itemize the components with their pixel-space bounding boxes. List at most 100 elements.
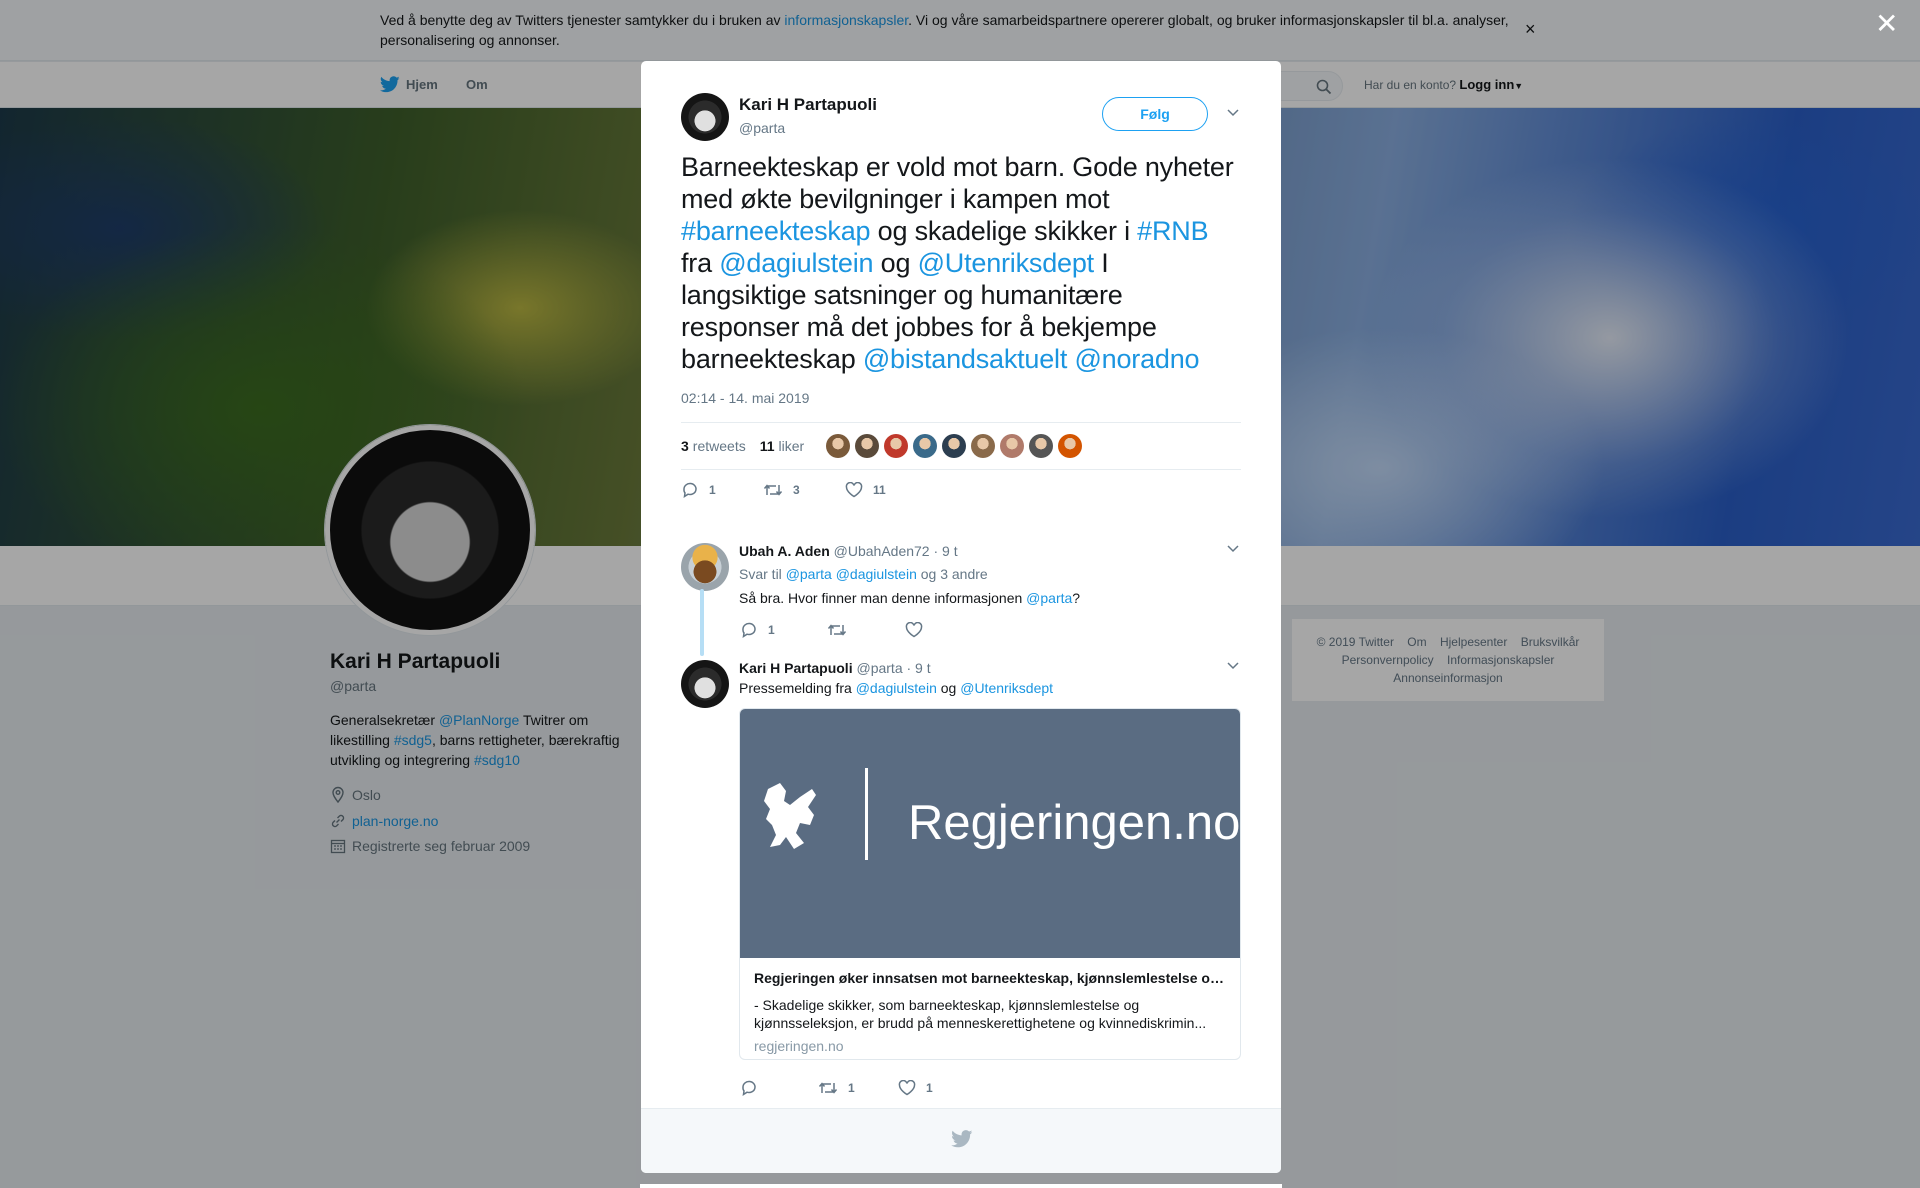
liker-avatar[interactable] xyxy=(913,434,938,458)
tweet-timestamp[interactable]: 02:14 - 14. mai 2019 xyxy=(681,390,809,406)
likes-stat[interactable]: 11 liker xyxy=(760,438,804,454)
retweet-button[interactable]: 3 xyxy=(763,482,845,498)
reply-to-line: Svar til @parta @dagiulstein og 3 andre xyxy=(739,566,1241,582)
mention-link[interactable]: @noradno xyxy=(1074,344,1199,374)
card-brand: Regjeringen.no xyxy=(908,796,1241,850)
retweet-button[interactable]: 1 xyxy=(818,1080,898,1096)
reply-to-suffix[interactable]: og 3 andre xyxy=(917,566,988,582)
reply-icon xyxy=(683,482,697,499)
twitter-bird-icon xyxy=(951,1130,973,1148)
reply-button[interactable]: 1 xyxy=(740,621,827,639)
like-button[interactable] xyxy=(905,622,923,638)
liker-avatar[interactable] xyxy=(1029,434,1054,458)
reply-icon xyxy=(742,1080,756,1097)
reply-text-part: ? xyxy=(1072,590,1081,606)
heart-icon xyxy=(905,622,923,638)
liker-avatar[interactable] xyxy=(1058,434,1083,458)
reply-body: Ubah A. Aden @UbahAden72 · 9 t Svar til … xyxy=(739,543,1241,607)
reply-body: Kari H Partapuoli @parta · 9 t Pressemel… xyxy=(739,660,1241,697)
chevron-down-icon[interactable] xyxy=(1226,107,1240,117)
reply-count: 1 xyxy=(709,483,716,497)
like-count: 11 xyxy=(873,483,886,497)
author-info[interactable]: Kari H Partapuoli @parta xyxy=(739,95,877,136)
link-preview-card[interactable]: Regjeringen.no Regjeringen øker innsatse… xyxy=(739,708,1241,1060)
chevron-down-icon[interactable] xyxy=(1226,543,1240,553)
reply-header: Kari H Partapuoli @parta · 9 t xyxy=(739,660,1241,676)
likers-avatars xyxy=(826,434,1083,458)
reply-text: Pressemelding fra @dagiulstein og @Utenr… xyxy=(739,679,1241,697)
modal-edge xyxy=(640,1184,1282,1188)
reply-author-handle[interactable]: @parta xyxy=(856,660,902,676)
reply-text-part: Så bra. Hvor finner man denne informasjo… xyxy=(739,590,1027,606)
tweet-actions: 1 3 11 xyxy=(681,481,886,499)
mention-link[interactable]: @Utenriksdept xyxy=(960,680,1053,696)
retweet-icon xyxy=(763,484,783,496)
retweets-label: retweets xyxy=(692,438,746,454)
reply-button[interactable] xyxy=(740,1079,818,1097)
retweet-button[interactable] xyxy=(827,622,905,638)
liker-avatar[interactable] xyxy=(884,434,909,458)
mention-link[interactable]: @Utenriksdept xyxy=(918,248,1095,278)
modal-footer xyxy=(641,1108,1281,1173)
reply-author-avatar[interactable] xyxy=(681,660,729,708)
author-name[interactable]: Kari H Partapuoli xyxy=(739,95,877,115)
retweets-stat[interactable]: 3 retweets xyxy=(681,438,746,454)
like-button[interactable]: 1 xyxy=(898,1080,933,1096)
hashtag-link[interactable]: #RNB xyxy=(1137,216,1208,246)
tweet-text-part: fra xyxy=(681,248,720,278)
reply-author-avatar[interactable] xyxy=(681,543,729,591)
card-description: - Skadelige skikker, som barneekteskap, … xyxy=(754,997,1207,1031)
reply-time[interactable]: · 9 t xyxy=(907,660,931,676)
follow-button[interactable]: Følg xyxy=(1102,97,1208,131)
liker-avatar[interactable] xyxy=(942,434,967,458)
reply-to-users[interactable]: @parta @dagiulstein xyxy=(786,566,917,582)
close-modal-button[interactable]: ✕ xyxy=(1875,10,1898,38)
liker-avatar[interactable] xyxy=(826,434,851,458)
tweet-text-part: og skadelige skikker i xyxy=(870,216,1138,246)
reply-count: 1 xyxy=(768,623,775,637)
author-handle[interactable]: @parta xyxy=(739,120,877,136)
tweet-text-part: og xyxy=(873,248,918,278)
like-button[interactable]: 11 xyxy=(845,482,886,498)
reply-icon xyxy=(742,622,756,639)
mention-link[interactable]: @bistandsaktuelt xyxy=(863,344,1068,374)
card-divider xyxy=(865,768,868,860)
reply-actions: 1 1 xyxy=(740,1079,933,1097)
reply-time[interactable]: · 9 t xyxy=(933,543,957,559)
liker-avatar[interactable] xyxy=(971,434,996,458)
reply-header: Ubah A. Aden @UbahAden72 · 9 t xyxy=(739,543,1241,559)
retweet-count: 1 xyxy=(848,1081,855,1095)
card-body: Regjeringen øker innsatsen mot barneekte… xyxy=(740,958,1240,1059)
reply-author-name[interactable]: Ubah A. Aden xyxy=(739,543,830,559)
likes-count: 11 xyxy=(759,438,775,454)
heart-icon xyxy=(898,1080,916,1096)
mention-link[interactable]: @dagiulstein xyxy=(856,680,937,696)
like-count: 1 xyxy=(926,1081,933,1095)
reply-button[interactable]: 1 xyxy=(681,481,763,499)
retweets-count: 3 xyxy=(681,438,689,454)
reply-text-part: og xyxy=(936,680,961,696)
liker-avatar[interactable] xyxy=(1000,434,1025,458)
mention-link[interactable]: @dagiulstein xyxy=(719,248,873,278)
reply-text: Så bra. Hvor finner man denne informasjo… xyxy=(739,589,1241,607)
card-domain: regjeringen.no xyxy=(754,1038,844,1054)
retweet-icon xyxy=(818,1082,838,1094)
reply-actions: 1 xyxy=(740,621,923,639)
chevron-down-icon[interactable] xyxy=(1226,660,1240,670)
reply-text-part: Pressemelding fra xyxy=(739,680,856,696)
retweet-count: 3 xyxy=(793,483,800,497)
author-avatar[interactable] xyxy=(681,93,729,141)
card-title: Regjeringen øker innsatsen mot barneekte… xyxy=(754,970,1226,986)
mention-link[interactable]: @parta xyxy=(1026,590,1072,606)
liker-avatar[interactable] xyxy=(855,434,880,458)
tweet-text-part: Barneekteskap er vold mot barn. Gode nyh… xyxy=(681,152,1234,214)
card-image: Regjeringen.no xyxy=(740,709,1240,958)
hashtag-link[interactable]: #barneekteskap xyxy=(681,216,871,246)
tweet-text: Barneekteskap er vold mot barn. Gode nyh… xyxy=(681,151,1241,375)
reply-author-handle[interactable]: @UbahAden72 xyxy=(834,543,930,559)
reply-to-prefix: Svar til xyxy=(739,566,786,582)
heart-icon xyxy=(845,482,863,498)
reply-author-name[interactable]: Kari H Partapuoli xyxy=(739,660,853,676)
norwegian-lion-icon xyxy=(764,783,816,849)
tweet-stats: 3 retweets 11 liker xyxy=(681,422,1241,470)
